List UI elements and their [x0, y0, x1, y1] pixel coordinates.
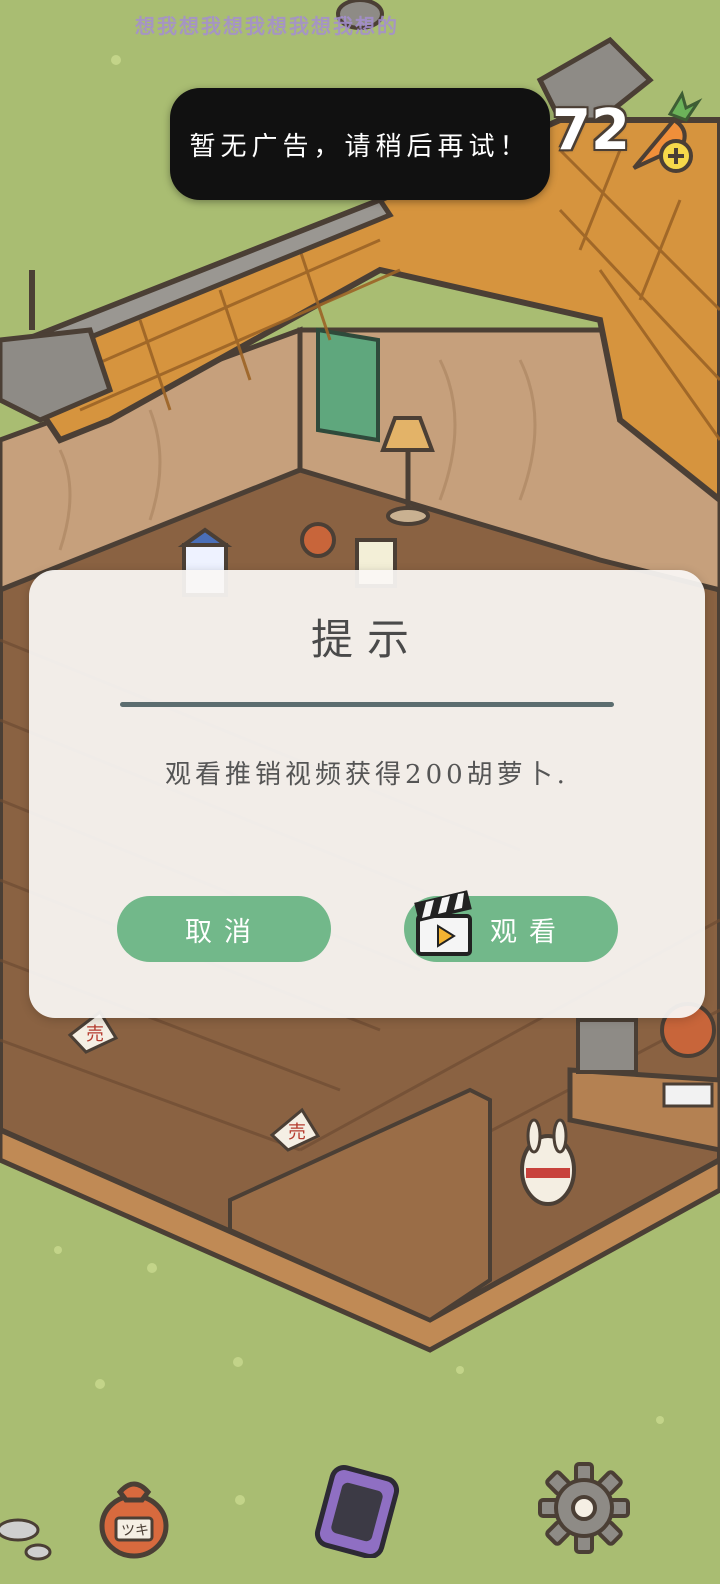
- hint-dialog: 提示 观看推销视频获得200胡萝卜. 取消 观看: [29, 570, 705, 1018]
- watch-button-label: 观看: [490, 916, 568, 948]
- plus-icon: [659, 139, 693, 173]
- watch-ad-button[interactable]: 观看: [404, 890, 618, 962]
- svg-text:売: 売: [86, 1024, 104, 1045]
- banner-text: 想我想我想我想我想我想的: [135, 14, 399, 36]
- toast-message: 暂无广告，请稍后再试！: [170, 88, 550, 200]
- settings-button[interactable]: [538, 1462, 630, 1554]
- phone-icon: [314, 1465, 400, 1559]
- bag-label: ツキ: [121, 1523, 149, 1539]
- svg-text:売: 売: [288, 1122, 306, 1143]
- gear-icon: [538, 1462, 630, 1554]
- dialog-divider: [120, 702, 614, 707]
- cancel-button[interactable]: 取消: [117, 896, 331, 962]
- bag-button[interactable]: ツキ: [98, 1470, 170, 1560]
- carrot-icon: [632, 90, 703, 173]
- dialog-title: 提示: [310, 615, 423, 664]
- cancel-button-label: 取消: [185, 916, 263, 948]
- dialog-message: 观看推销视频获得200胡萝卜.: [165, 760, 569, 790]
- bag-icon: ツキ: [99, 1481, 169, 1559]
- phone-button[interactable]: [312, 1464, 404, 1559]
- add-carrots-button[interactable]: [620, 90, 704, 180]
- clapperboard-icon: [414, 890, 472, 956]
